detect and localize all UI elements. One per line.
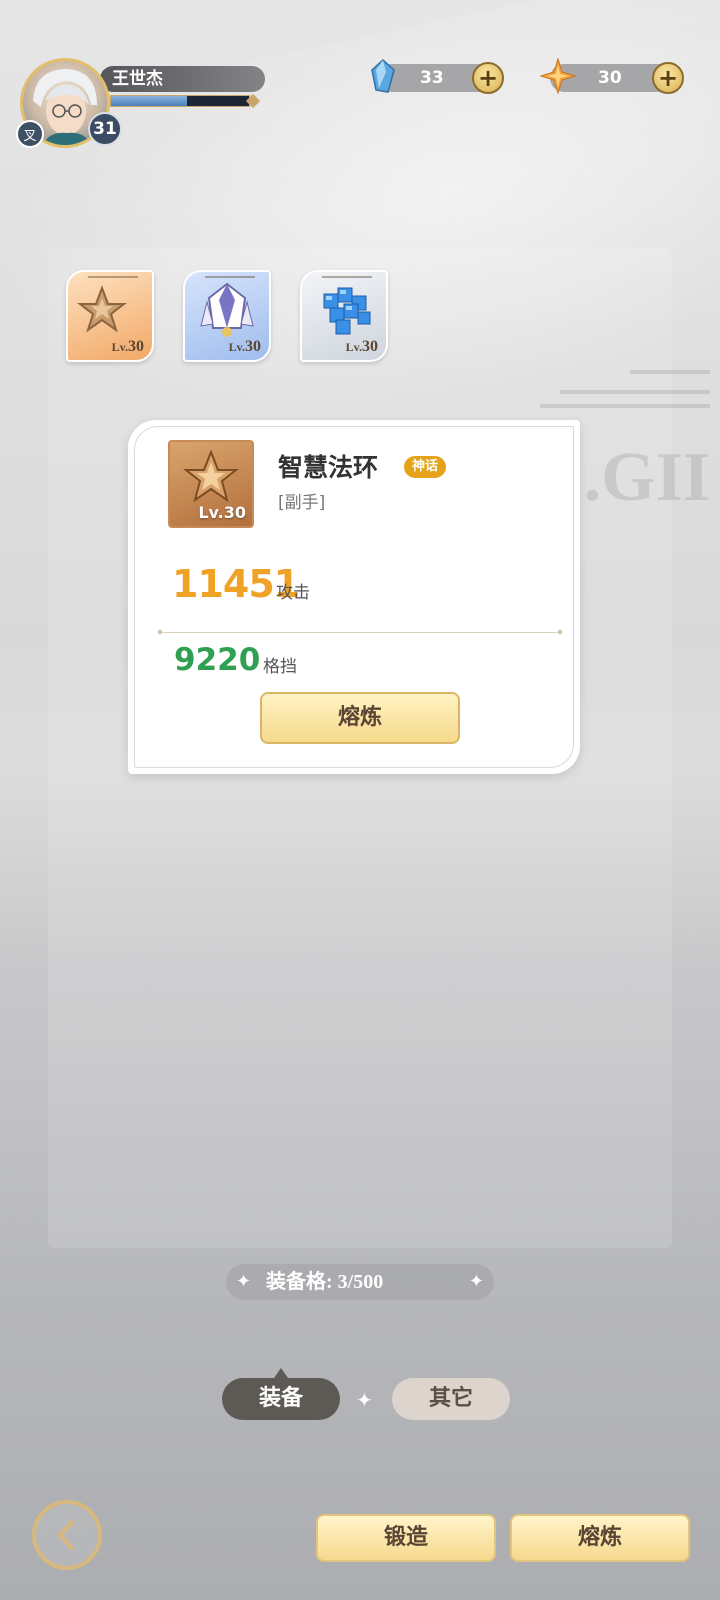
xp-bar-fill <box>111 96 187 106</box>
back-button[interactable] <box>32 1500 102 1570</box>
blue-gem-icon <box>371 58 395 93</box>
attack-label: 攻击 <box>276 583 310 603</box>
player-level-badge: 31 <box>88 112 122 146</box>
sparkle-icon: ✦ <box>468 1271 484 1292</box>
sparkle-icon: ✦ <box>236 1271 252 1292</box>
chevron-left-icon <box>58 1520 74 1550</box>
tab-equipment[interactable]: 装备 <box>222 1368 340 1420</box>
block-value: 9220 <box>174 642 261 678</box>
item-detail-icon: Lv.30 <box>168 440 254 528</box>
slot-level: Lv.30 <box>111 338 144 355</box>
add-stars-button[interactable]: + <box>652 62 684 94</box>
smelt-button[interactable]: 熔炼 <box>510 1514 690 1562</box>
player-name: 王世杰 <box>112 69 163 89</box>
gem-count: 33 <box>420 68 444 88</box>
card-smelt-button[interactable]: 熔炼 <box>260 692 460 744</box>
capacity-text: 装备格: 3/500 <box>266 1271 384 1293</box>
add-gems-button[interactable]: + <box>472 62 504 94</box>
xp-bar <box>110 95 250 107</box>
equipment-slot-2[interactable]: Lv.30 <box>183 270 271 362</box>
gold-star-icon <box>540 58 576 94</box>
star-count: 30 <box>598 68 622 88</box>
equipment-slot-1[interactable]: Lv.30 <box>66 270 154 362</box>
stat-divider <box>160 632 560 633</box>
item-name: 智慧法环 <box>278 453 379 482</box>
equipment-slot-3[interactable]: Lv.30 <box>300 270 388 362</box>
class-badge: 叉 <box>16 120 44 148</box>
block-label: 格挡 <box>263 657 297 677</box>
forge-button[interactable]: 锻造 <box>316 1514 496 1562</box>
rarity-badge: 神话 <box>404 456 447 478</box>
item-detail-level: Lv.30 <box>198 503 246 522</box>
slot-level: Lv.30 <box>345 338 378 355</box>
sparkle-icon: ✦ <box>356 1388 373 1412</box>
slot-level: Lv.30 <box>228 338 261 355</box>
item-slot-type: [副手] <box>278 493 326 513</box>
tab-other[interactable]: 其它 <box>392 1378 510 1420</box>
